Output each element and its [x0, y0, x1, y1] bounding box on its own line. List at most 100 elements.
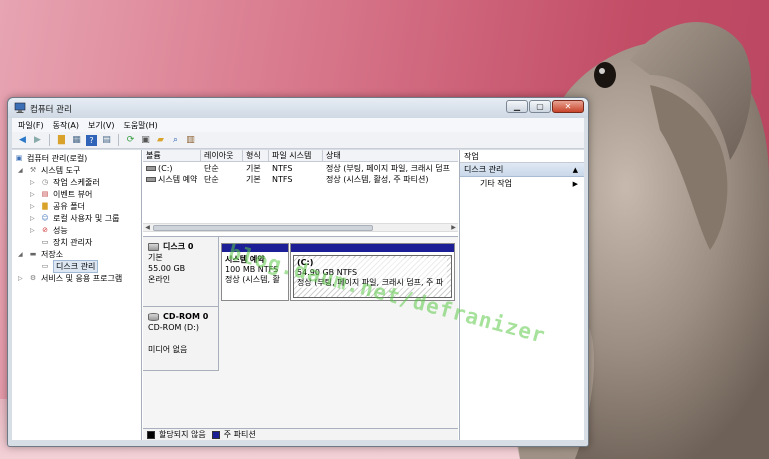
performance-icon: ⊘ [42, 225, 48, 234]
menu-help[interactable]: 도움말(H) [123, 120, 157, 131]
computer-management-icon [14, 102, 26, 113]
disk-management-icon: ▭ [41, 261, 49, 270]
tree-item-event-viewer[interactable]: ▷ ▤ 이벤트 뷰어 [30, 188, 92, 200]
table-row[interactable]: 시스템 예약 단순 기본 NTFS 정상 (시스템, 활성, 주 파티션) [143, 174, 458, 185]
tree-label: 서비스 및 응용 프로그램 [41, 273, 123, 283]
column-header-filesystem[interactable]: 파일 시스템 [269, 150, 323, 162]
event-log-icon: ▤ [41, 189, 49, 198]
main-content: ▣ 컴퓨터 관리(로컬) ◢ ⚒ 시스템 도구 ▷ ◷ 작업 스케줄러 ▷ ▤ … [12, 150, 584, 440]
search-button[interactable]: ⌕ [169, 134, 182, 147]
tree-item-task-scheduler[interactable]: ▷ ◷ 작업 스케줄러 [30, 176, 100, 188]
disk-status: 온라인 [148, 275, 171, 284]
storage-icon: ▬ [29, 249, 37, 258]
collapse-arrow-icon: ◢ [18, 166, 23, 174]
tree-label: 공유 폴더 [53, 201, 85, 211]
view-button[interactable]: ▤ [100, 134, 113, 147]
cdrom-icon [148, 312, 159, 321]
console-tree-button[interactable]: ▦ [70, 134, 83, 147]
tree-item-root[interactable]: ▣ 컴퓨터 관리(로컬) [14, 152, 88, 164]
open-icon: ▰ [157, 134, 164, 145]
tree-item-device-manager[interactable]: ▭ 장치 관리자 [40, 236, 93, 248]
legend-swatch-unallocated [147, 430, 155, 439]
actions-section-disk-management[interactable]: 디스크 관리 ▲ [460, 163, 584, 177]
help-button[interactable]: ? [85, 134, 98, 147]
cdrom-0-label[interactable]: CD-ROM 0 CD-ROM (D:) 미디어 없음 [143, 307, 219, 371]
disk-name: CD-ROM 0 [163, 312, 209, 321]
primary-partition-bar [291, 244, 454, 252]
legend-swatch-primary [211, 430, 220, 439]
tree-label: 성능 [53, 225, 68, 235]
column-header-status[interactable]: 상태 [323, 150, 458, 162]
menu-bar: 파일(F) 동작(A) 보기(V) 도움말(H) [12, 118, 584, 132]
tree-label: 저장소 [41, 249, 64, 259]
volume-type: 기본 [246, 164, 261, 173]
volume-name: (C:) [158, 164, 173, 173]
collapse-up-icon: ▲ [572, 166, 578, 174]
title-bar[interactable]: 컴퓨터 관리 ▁ ▢ ✕ [8, 98, 588, 118]
scroll-right-icon[interactable]: ▶ [449, 224, 458, 232]
computer-icon: ▣ [15, 153, 23, 162]
refresh-icon: ⟳ [126, 134, 135, 145]
tree-item-storage[interactable]: ◢ ▬ 저장소 [18, 248, 63, 260]
horizontal-scrollbar[interactable]: ◀ ▶ [143, 223, 458, 232]
disk-0-label[interactable]: 디스크 0 기본 55.00 GB 온라인 [143, 237, 219, 307]
expand-arrow-icon: ▷ [30, 178, 35, 186]
back-button[interactable]: ◀ [16, 134, 29, 147]
forward-button[interactable]: ▶ [31, 134, 44, 147]
column-header-volume[interactable]: 볼륨 [143, 150, 201, 162]
column-header-layout[interactable]: 레이아웃 [201, 150, 243, 162]
open-button[interactable]: ▰ [154, 134, 167, 147]
menu-view[interactable]: 보기(V) [88, 120, 114, 131]
volume-layout: 단순 [204, 175, 219, 184]
scroll-left-icon[interactable]: ◀ [143, 224, 152, 232]
refresh-button[interactable]: ⟳ [124, 134, 137, 147]
submenu-arrow-icon: ▶ [572, 180, 578, 188]
tree-item-disk-management[interactable]: ▭ 디스크 관리 [40, 259, 99, 273]
minimize-button[interactable]: ▁ [506, 100, 528, 113]
volume-name: 시스템 예약 [158, 175, 198, 184]
actions-pane: 작업 디스크 관리 ▲ 기타 작업 ▶ [459, 150, 584, 440]
connect-icon: ▣ [141, 134, 150, 145]
tree-item-shared-folders[interactable]: ▷ ▇ 공유 폴더 [30, 200, 85, 212]
scrollbar-thumb[interactable] [153, 225, 373, 231]
volume-list-header: 볼륨 레이아웃 형식 파일 시스템 상태 [143, 150, 458, 162]
tree-item-services[interactable]: ▷ ⚙ 서비스 및 응용 프로그램 [18, 272, 122, 284]
actions-more-item[interactable]: 기타 작업 ▶ [460, 177, 584, 191]
back-arrow-icon: ◀ [19, 134, 26, 145]
volume-type: 기본 [246, 175, 261, 184]
disk-size: 55.00 GB [148, 264, 186, 273]
volume-icon [146, 166, 156, 171]
disk-name: 디스크 0 [163, 242, 194, 251]
table-row[interactable]: (C:) 단순 기본 NTFS 정상 (부팅, 페이지 파일, 크래시 덤프 [143, 163, 458, 174]
hard-disk-icon [148, 242, 159, 251]
connect-button[interactable]: ▣ [139, 134, 152, 147]
legend-label: 주 파티션 [223, 430, 256, 439]
legend-label: 할당되지 않음 [159, 430, 206, 439]
window-title: 컴퓨터 관리 [30, 105, 72, 115]
tree-item-local-users[interactable]: ▷ ☺ 로컬 사용자 및 그룹 [30, 212, 120, 224]
close-button[interactable]: ✕ [552, 100, 584, 113]
tree-item-system-tools[interactable]: ◢ ⚒ 시스템 도구 [18, 164, 80, 176]
tree-label: 디스크 관리 [53, 259, 99, 273]
search-icon: ⌕ [172, 134, 179, 145]
volume-filesystem: NTFS [272, 164, 293, 173]
toolbar: ◀ ▶ ▇ ▦ ? ▤ ⟳ ▣ ▰ ⌕ ▥ [12, 132, 584, 149]
tree-item-performance[interactable]: ▷ ⊘ 성능 [30, 224, 68, 236]
disk-type: CD-ROM (D:) [148, 323, 200, 332]
disk-type: 기본 [148, 253, 163, 262]
tree-label: 컴퓨터 관리(로컬) [27, 153, 88, 163]
collapse-arrow-icon: ◢ [18, 250, 23, 258]
menu-action[interactable]: 동작(A) [53, 120, 79, 131]
console-tree-icon: ▦ [72, 134, 81, 145]
properties-button[interactable]: ▥ [184, 134, 197, 147]
maximize-button[interactable]: ▢ [529, 100, 551, 113]
column-header-type[interactable]: 형식 [243, 150, 269, 162]
tree-label: 이벤트 뷰어 [53, 189, 93, 199]
menu-file[interactable]: 파일(F) [18, 120, 44, 131]
actions-header: 작업 [460, 150, 584, 163]
help-icon: ? [86, 134, 97, 146]
up-button[interactable]: ▇ [55, 134, 68, 147]
view-icon: ▤ [102, 134, 111, 145]
tree-label: 작업 스케줄러 [53, 177, 100, 187]
minimize-icon: ▁ [513, 101, 521, 111]
